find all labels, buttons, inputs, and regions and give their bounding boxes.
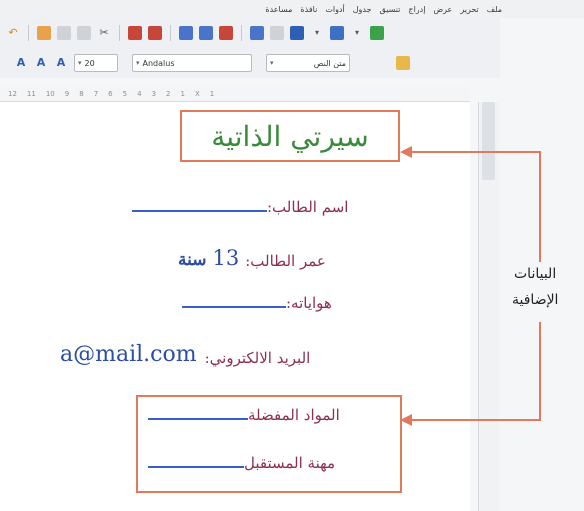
menu-table[interactable]: جدول — [353, 5, 372, 14]
font-name-combo[interactable]: ▾ Andalus — [132, 54, 252, 72]
email-value: a@mail.com — [60, 342, 197, 367]
paint-bucket-icon[interactable] — [37, 26, 51, 40]
student-age-value: 13 — [212, 246, 240, 270]
toolbar-separator — [119, 25, 120, 41]
paragraph-style-combo[interactable]: ▾ متن النص — [266, 54, 350, 72]
hobbies-label: هواياته: — [286, 294, 332, 312]
title-highlight-box: سيرتي الذاتية — [180, 110, 400, 162]
toolbar-separator — [241, 25, 242, 41]
blank-line — [182, 306, 286, 308]
standard-toolbar: ↶ ✂ ▾ ▾ — [0, 18, 500, 48]
email-icon[interactable] — [270, 26, 284, 40]
email-label: البريد الالكتروني: — [204, 349, 311, 367]
font-name-value: Andalus — [142, 58, 175, 68]
chevron-down-icon: ▾ — [136, 59, 140, 67]
blank-line — [132, 210, 267, 212]
cut-icon[interactable]: ✂ — [97, 26, 111, 40]
menu-insert[interactable]: إدراج — [408, 5, 425, 14]
blank-line — [148, 418, 248, 420]
horizontal-ruler[interactable]: 12 11 10 9 8 7 6 5 4 3 2 1 X 1 — [0, 86, 470, 102]
spellcheck-icon[interactable] — [128, 26, 142, 40]
student-age-unit: سنة — [178, 250, 207, 270]
grow-font-icon[interactable]: A — [54, 56, 68, 70]
chevron-down-icon[interactable]: ▾ — [310, 26, 324, 40]
student-age-line[interactable]: عمر الطالب: 13 سنة — [178, 246, 326, 270]
favorite-subjects-line[interactable]: المواد المفضلة — [148, 406, 340, 424]
autospell-icon[interactable] — [148, 26, 162, 40]
chevron-down-icon[interactable]: ▾ — [350, 26, 364, 40]
ruler-tick: 11 — [26, 89, 36, 98]
print-preview-icon[interactable] — [199, 26, 213, 40]
font-color-icon[interactable]: A — [14, 56, 28, 70]
toolbar-separator — [170, 25, 171, 41]
ruler-tick: 8 — [79, 89, 84, 98]
menu-window[interactable]: نافذة — [300, 5, 317, 14]
new-document-icon[interactable] — [370, 26, 384, 40]
blank-line — [148, 466, 244, 468]
menu-file[interactable]: ملف — [487, 5, 502, 14]
student-age-label: عمر الطالب: — [245, 252, 326, 270]
email-line[interactable]: البريد الالكتروني: a@mail.com — [60, 342, 310, 367]
ruler-tick: 5 — [122, 89, 128, 98]
ruler-tick: 2 — [166, 89, 171, 98]
annotation-label-line2: الإضافية — [512, 292, 559, 308]
ruler-tick: 12 — [8, 89, 17, 98]
ruler-tick: 7 — [93, 89, 99, 98]
toolbar-separator — [28, 25, 29, 41]
menu-help[interactable]: مساعدة — [265, 5, 292, 14]
styles-icon[interactable] — [396, 56, 410, 70]
menu-tools[interactable]: أدوات — [325, 5, 344, 14]
highlight-icon[interactable]: A — [34, 56, 48, 70]
print-icon[interactable] — [179, 26, 193, 40]
future-career-line[interactable]: مهنة المستقبل — [148, 454, 335, 472]
ruler-tick: 4 — [137, 89, 142, 98]
ruler-tick: 3 — [151, 89, 157, 98]
scrollbar-thumb[interactable] — [482, 102, 495, 180]
future-career-label: مهنة المستقبل — [244, 454, 336, 472]
font-size-combo[interactable]: ▾ 20 — [74, 54, 118, 72]
export-pdf-icon[interactable] — [219, 26, 233, 40]
chevron-down-icon: ▾ — [78, 59, 82, 67]
favorite-subjects-label: المواد المفضلة — [248, 406, 340, 424]
ruler-tick: 9 — [64, 89, 70, 98]
undo-icon[interactable]: ↶ — [6, 26, 20, 40]
document-title[interactable]: سيرتي الذاتية — [211, 120, 368, 153]
student-name-label: اسم الطالب: — [267, 198, 349, 216]
menu-format[interactable]: تنسيق — [380, 5, 401, 14]
edit-mode-icon[interactable] — [250, 26, 264, 40]
save-icon[interactable] — [290, 26, 304, 40]
ruler-tick: 1 — [209, 89, 215, 98]
menu-bar: ملف تحرير عرض إدراج تنسيق جدول أدوات ناف… — [0, 0, 584, 18]
paragraph-style-value: متن النص — [313, 58, 346, 68]
open-folder-icon[interactable] — [330, 26, 344, 40]
copy-icon[interactable] — [77, 26, 91, 40]
font-size-value: 20 — [84, 58, 95, 68]
menu-view[interactable]: عرض — [433, 5, 452, 14]
paste-icon[interactable] — [57, 26, 71, 40]
ruler-tick: 1 — [180, 89, 185, 98]
annotation-label-line1: البيانات — [514, 266, 557, 282]
chevron-down-icon: ▾ — [270, 59, 274, 67]
vertical-scrollbar[interactable] — [478, 102, 499, 511]
menu-edit[interactable]: تحرير — [460, 5, 478, 14]
ruler-tick: 10 — [45, 89, 55, 98]
ruler-tick: X — [194, 89, 200, 98]
hobbies-line[interactable]: هواياته: — [182, 294, 332, 312]
formatting-toolbar: A A A ▾ 20 ▾ Andalus ▾ متن النص — [0, 48, 500, 78]
ruler-tick: 6 — [108, 89, 113, 98]
student-name-line[interactable]: اسم الطالب: — [132, 198, 348, 216]
